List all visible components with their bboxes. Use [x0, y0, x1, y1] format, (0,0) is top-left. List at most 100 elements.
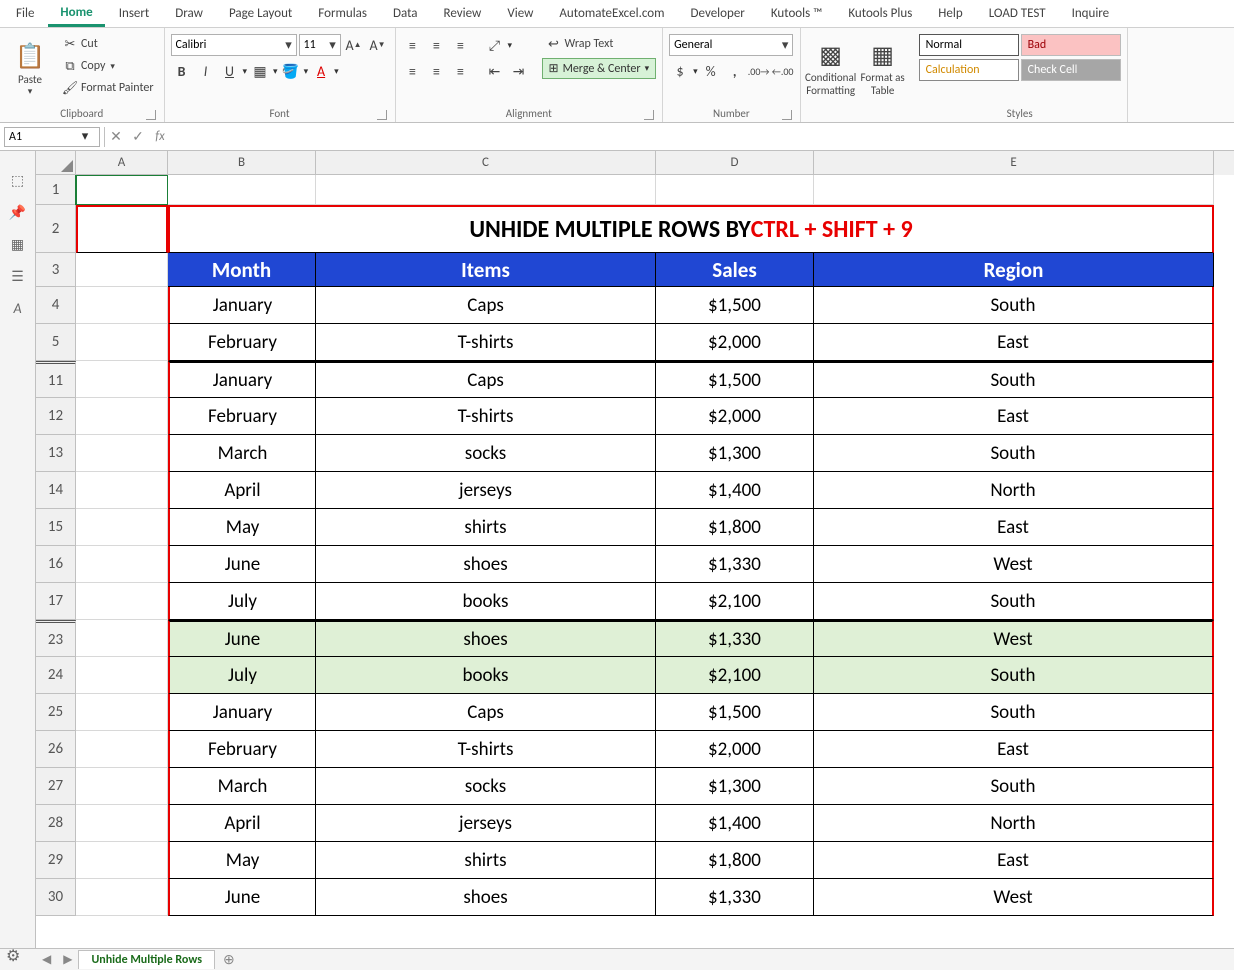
- data-cell[interactable]: $1,300: [656, 768, 814, 805]
- cell[interactable]: [76, 620, 168, 657]
- percent-format-button[interactable]: %: [700, 60, 722, 82]
- data-cell[interactable]: $2,100: [656, 583, 814, 620]
- table-header[interactable]: Items: [316, 253, 656, 287]
- data-cell[interactable]: $2,000: [656, 324, 814, 361]
- cell[interactable]: [76, 175, 168, 205]
- increase-indent-button[interactable]: ⇥: [508, 60, 530, 82]
- number-format-input[interactable]: [670, 38, 778, 52]
- name-box[interactable]: ▾: [4, 127, 100, 147]
- row-header[interactable]: 15: [36, 509, 76, 546]
- align-bottom-button[interactable]: ≡: [450, 34, 472, 56]
- ribbon-tab-file[interactable]: File: [4, 2, 46, 25]
- cell[interactable]: [168, 175, 316, 205]
- row-header[interactable]: 23: [36, 620, 76, 657]
- cell[interactable]: [76, 509, 168, 546]
- ribbon-tab-view[interactable]: View: [495, 2, 545, 25]
- name-box-input[interactable]: [5, 130, 77, 144]
- copy-button[interactable]: ⧉Copy▾: [58, 56, 158, 76]
- dialog-launcher-icon[interactable]: [782, 110, 792, 120]
- cell[interactable]: [76, 398, 168, 435]
- data-cell[interactable]: $1,500: [656, 694, 814, 731]
- cell[interactable]: [316, 175, 656, 205]
- data-cell[interactable]: January: [168, 287, 316, 324]
- data-cell[interactable]: March: [168, 768, 316, 805]
- data-cell[interactable]: $2,000: [656, 398, 814, 435]
- data-cell[interactable]: June: [168, 620, 316, 657]
- data-cell[interactable]: shoes: [316, 620, 656, 657]
- data-cell[interactable]: $2,000: [656, 731, 814, 768]
- sheet-nav-next[interactable]: ▶: [57, 952, 78, 967]
- add-sheet-button[interactable]: ⊕: [215, 951, 243, 968]
- data-cell[interactable]: socks: [316, 768, 656, 805]
- chevron-down-icon[interactable]: ▾: [243, 66, 248, 77]
- data-cell[interactable]: books: [316, 583, 656, 620]
- format-as-table-button[interactable]: ▦Format as Table: [859, 34, 907, 104]
- decrease-indent-button[interactable]: ⇤: [484, 60, 506, 82]
- dialog-launcher-icon[interactable]: [146, 110, 156, 120]
- font-color-button[interactable]: A: [310, 60, 332, 82]
- data-cell[interactable]: shoes: [316, 879, 656, 916]
- font-size-input[interactable]: [300, 38, 326, 52]
- select-all-button[interactable]: [36, 151, 76, 175]
- row-header[interactable]: 16: [36, 546, 76, 583]
- sheet-icon[interactable]: ▦: [9, 235, 27, 253]
- cell[interactable]: [76, 657, 168, 694]
- cell[interactable]: [76, 879, 168, 916]
- data-cell[interactable]: Caps: [316, 287, 656, 324]
- shape-icon[interactable]: ⬚: [9, 171, 27, 189]
- ribbon-tab-kutools-[interactable]: Kutools ™: [759, 2, 835, 25]
- row-header[interactable]: 29: [36, 842, 76, 879]
- data-cell[interactable]: South: [814, 583, 1214, 620]
- row-header[interactable]: 14: [36, 472, 76, 509]
- row-header[interactable]: 27: [36, 768, 76, 805]
- row-header[interactable]: 28: [36, 805, 76, 842]
- ribbon-tab-page-layout[interactable]: Page Layout: [217, 2, 304, 25]
- align-center-button[interactable]: ≡: [426, 60, 448, 82]
- data-cell[interactable]: January: [168, 694, 316, 731]
- column-header[interactable]: D: [656, 151, 814, 175]
- data-cell[interactable]: $1,330: [656, 546, 814, 583]
- cut-button[interactable]: ✂Cut: [58, 34, 158, 54]
- data-cell[interactable]: $1,800: [656, 842, 814, 879]
- data-cell[interactable]: East: [814, 398, 1214, 435]
- data-cell[interactable]: East: [814, 731, 1214, 768]
- number-format-combo[interactable]: ▾: [669, 34, 793, 56]
- ribbon-tab-load-test[interactable]: LOAD TEST: [977, 2, 1058, 25]
- merge-center-button[interactable]: ⊞Merge & Center▾: [542, 58, 657, 79]
- data-cell[interactable]: South: [814, 287, 1214, 324]
- row-header[interactable]: 2: [36, 205, 76, 253]
- data-cell[interactable]: South: [814, 435, 1214, 472]
- row-header[interactable]: 25: [36, 694, 76, 731]
- orientation-button[interactable]: ⤢: [484, 34, 506, 56]
- cell[interactable]: [76, 546, 168, 583]
- data-cell[interactable]: South: [814, 694, 1214, 731]
- table-header[interactable]: Month: [168, 253, 316, 287]
- row-header[interactable]: 30: [36, 879, 76, 916]
- underline-button[interactable]: U: [219, 60, 241, 82]
- accounting-format-button[interactable]: $: [669, 60, 691, 82]
- dialog-launcher-icon[interactable]: [644, 110, 654, 120]
- paste-button[interactable]: 📋 Paste ▾: [6, 34, 54, 104]
- data-cell[interactable]: $2,100: [656, 657, 814, 694]
- data-cell[interactable]: T-shirts: [316, 398, 656, 435]
- formula-input[interactable]: [171, 130, 1234, 144]
- data-cell[interactable]: socks: [316, 435, 656, 472]
- data-cell[interactable]: February: [168, 324, 316, 361]
- column-header[interactable]: A: [76, 151, 168, 175]
- enter-formula-button[interactable]: ✓: [127, 128, 149, 145]
- data-cell[interactable]: West: [814, 620, 1214, 657]
- style-check-cell[interactable]: Check Cell: [1021, 59, 1121, 81]
- cell[interactable]: [76, 583, 168, 620]
- row-header[interactable]: 24: [36, 657, 76, 694]
- text-icon[interactable]: A: [9, 299, 27, 317]
- data-cell[interactable]: West: [814, 879, 1214, 916]
- data-cell[interactable]: March: [168, 435, 316, 472]
- row-header[interactable]: 1: [36, 175, 76, 205]
- column-header[interactable]: B: [168, 151, 316, 175]
- data-cell[interactable]: North: [814, 472, 1214, 509]
- cell[interactable]: [76, 253, 168, 287]
- chevron-down-icon[interactable]: ▾: [304, 66, 309, 77]
- data-cell[interactable]: $1,500: [656, 361, 814, 398]
- font-name-input[interactable]: [172, 38, 282, 52]
- data-cell[interactable]: April: [168, 805, 316, 842]
